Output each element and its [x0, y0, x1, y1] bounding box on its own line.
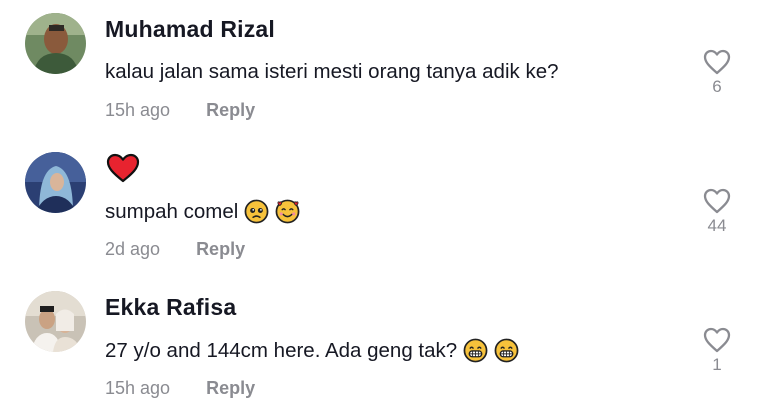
comment-text-content: kalau jalan sama isteri mesti orang tany… — [105, 60, 559, 83]
comment-username[interactable]: Ekka Rafisa — [105, 294, 236, 321]
comment-meta: 15h ago Reply — [105, 100, 255, 121]
like-button[interactable]: 6 — [702, 49, 732, 97]
heart-outline-icon — [703, 49, 731, 75]
heart-outline-icon — [703, 188, 731, 214]
comment-meta: 15h ago Reply — [105, 378, 255, 399]
comment-username[interactable]: Muhamad Rizal — [105, 16, 275, 43]
comment-item: sumpah comel 2d ago Reply 44 — [0, 139, 775, 278]
avatar[interactable] — [25, 152, 86, 213]
like-button[interactable]: 1 — [702, 327, 732, 375]
avatar-photo-icon — [25, 291, 86, 352]
red-heart-emoji — [106, 153, 140, 183]
avatar-photo-icon — [25, 13, 86, 74]
avatar-photo-icon — [25, 152, 86, 213]
grinning-face-emoji — [463, 338, 488, 363]
comment-item: Muhamad Rizal kalau jalan sama isteri me… — [0, 0, 775, 139]
avatar[interactable] — [25, 291, 86, 352]
like-count: 1 — [712, 355, 722, 374]
like-button[interactable]: 44 — [702, 188, 732, 236]
comment-text-content: 27 y/o and 144cm here. Ada geng tak? — [105, 338, 458, 362]
like-count: 44 — [707, 216, 727, 235]
comment-text: 27 y/o and 144cm here. Ada geng tak? — [105, 338, 519, 363]
comment-timestamp: 15h ago — [105, 100, 171, 120]
heart-outline-icon — [703, 327, 731, 353]
avatar[interactable] — [25, 13, 86, 74]
grinning-face-emoji — [494, 338, 519, 363]
reply-button[interactable]: Reply — [206, 100, 255, 121]
like-count: 6 — [712, 77, 722, 96]
pleading-face-emoji — [244, 199, 269, 224]
comment-text: sumpah comel — [105, 199, 300, 224]
comment-text-content: sumpah comel — [105, 199, 239, 223]
comment-timestamp: 15h ago — [105, 378, 171, 398]
comment-text: kalau jalan sama isteri mesti orang tany… — [105, 60, 559, 84]
comment-timestamp: 2d ago — [105, 239, 161, 259]
reply-button[interactable]: Reply — [196, 239, 245, 260]
comment-meta: 2d ago Reply — [105, 239, 245, 260]
comment-item: Ekka Rafisa 27 y/o and 144cm here. Ada g… — [0, 278, 775, 417]
smiling-face-with-hearts-emoji — [275, 199, 300, 224]
reply-button[interactable]: Reply — [206, 378, 255, 399]
